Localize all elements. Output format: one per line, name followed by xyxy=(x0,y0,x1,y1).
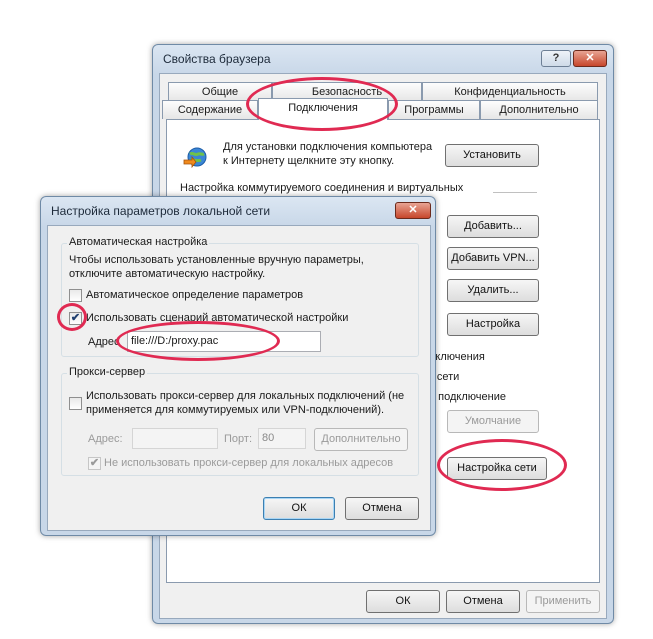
tab-connections[interactable]: Подключения xyxy=(258,98,388,120)
use-proxy-label-line1: Использовать прокси-сервер для локальных… xyxy=(86,390,405,402)
use-script-checkbox[interactable]: ✔ xyxy=(69,312,82,325)
cancel-button[interactable]: Отмена xyxy=(345,497,419,520)
setup-text-line2: к Интернету щелкните эту кнопку. xyxy=(223,155,395,167)
remove-button[interactable]: Удалить... xyxy=(447,279,539,302)
port-input[interactable]: 80 xyxy=(258,428,306,449)
dialup-settings-label: Настройка коммутируемого соединения и ви… xyxy=(180,182,464,194)
use-proxy-label-line2: применяется для коммутируемых или VPN-по… xyxy=(86,404,385,416)
lan-settings-title: Настройка параметров локальной сети xyxy=(51,204,271,218)
advanced-button[interactable]: Дополнительно xyxy=(314,428,408,451)
apply-button[interactable]: Применить xyxy=(526,590,600,613)
lan-settings-window: Настройка параметров локальной сети ✕ Ав… xyxy=(40,196,436,536)
bypass-local-label: Не использовать прокси-сервер для локаль… xyxy=(104,457,394,469)
tab-general[interactable]: Общие xyxy=(168,82,272,101)
separator-line xyxy=(493,192,537,193)
use-script-label: Использовать сценарий автоматической нас… xyxy=(86,312,349,324)
add-vpn-button[interactable]: Добавить VPN... xyxy=(447,247,539,270)
partial-text-connections: дключения xyxy=(429,351,485,363)
setup-text-line1: Для установки подключения компьютера xyxy=(223,141,433,153)
auto-detect-checkbox[interactable] xyxy=(69,289,82,302)
cancel-button[interactable]: Отмена xyxy=(446,590,520,613)
add-button[interactable]: Добавить... xyxy=(447,215,539,238)
bypass-local-checkbox[interactable]: ✔ xyxy=(88,457,101,470)
tab-content[interactable]: Содержание xyxy=(162,100,258,119)
close-button[interactable]: ✕ xyxy=(395,202,431,219)
auto-config-desc-line1: Чтобы использовать установленные вручную… xyxy=(69,254,364,266)
network-globe-icon xyxy=(183,146,207,170)
partial-text-default-connection: о подключение xyxy=(429,391,506,403)
proxy-address-label: Адрес: xyxy=(88,433,123,445)
proxy-address-input[interactable] xyxy=(132,428,218,449)
settings-button[interactable]: Настройка xyxy=(447,313,539,336)
tab-advanced[interactable]: Дополнительно xyxy=(480,100,598,119)
help-button[interactable]: ? xyxy=(541,50,571,67)
tab-privacy[interactable]: Конфиденциальность xyxy=(422,82,598,101)
setup-button[interactable]: Установить xyxy=(445,144,539,167)
lan-settings-button[interactable]: Настройка сети xyxy=(447,457,547,480)
ok-button[interactable]: ОК xyxy=(366,590,440,613)
default-button[interactable]: Умолчание xyxy=(447,410,539,433)
close-button[interactable]: ✕ xyxy=(573,50,607,67)
auto-config-desc-line2: отключите автоматическую настройку. xyxy=(69,268,266,280)
tab-programs[interactable]: Программы xyxy=(388,100,480,119)
lan-settings-client: Автоматическая настройка Чтобы использов… xyxy=(47,225,431,531)
script-address-label: Адрес xyxy=(88,336,120,348)
ok-button[interactable]: ОК xyxy=(263,497,335,520)
proxy-server-group-title: Прокси-сервер xyxy=(67,366,148,378)
auto-detect-label: Автоматическое определение параметров xyxy=(86,289,304,301)
script-address-input[interactable]: file:///D:/proxy.pac xyxy=(127,331,321,352)
port-label: Порт: xyxy=(224,433,252,445)
use-proxy-checkbox[interactable] xyxy=(69,397,82,410)
auto-config-group-title: Автоматическая настройка xyxy=(67,236,210,248)
